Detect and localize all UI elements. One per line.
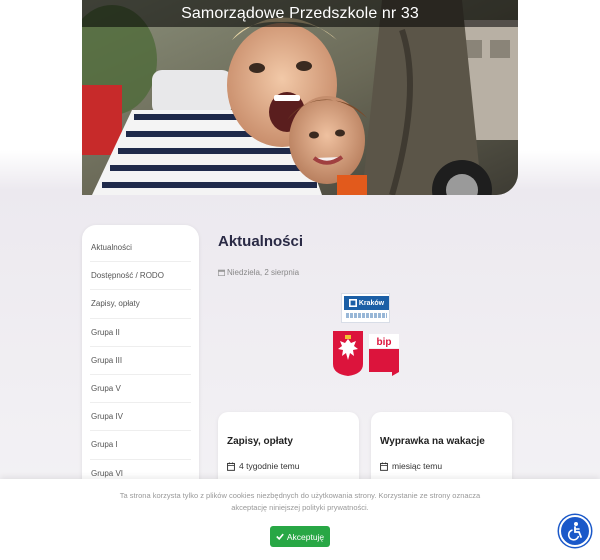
krakow-logo-text: Kraków: [358, 299, 385, 307]
sidebar-item-label: Grupa V: [91, 384, 121, 394]
sidebar-item-label: Grupa IV: [91, 412, 124, 422]
news-card-title[interactable]: Wyprawka na wakacje: [380, 436, 503, 447]
bip-logo-icon[interactable]: bip: [368, 332, 400, 376]
banner-photo: [82, 0, 518, 195]
cookie-consent-bar: Ta strona korzysta tylko z plików cookie…: [0, 479, 600, 560]
sidebar-item-label: Dostępność / RODO: [91, 271, 164, 281]
accessibility-icon: [567, 522, 582, 541]
sidebar-item-label: Grupa III: [91, 355, 123, 365]
sidebar-item-label: Grupa I: [91, 440, 118, 450]
krakow-logo[interactable]: Kraków: [341, 293, 390, 323]
krakow-crest-icon: [348, 299, 357, 307]
check-icon: [276, 533, 284, 540]
news-card-date: miesiąc temu: [392, 461, 443, 471]
sidebar-item-grupa-v[interactable]: Grupa V: [90, 375, 191, 404]
sidebar-item-grupa-ii[interactable]: Grupa II: [90, 319, 191, 347]
calendar-icon: [218, 269, 225, 276]
sidebar-item-label: Grupa II: [91, 327, 120, 337]
accept-cookies-label: Akceptuję: [286, 531, 325, 542]
sidebar-item-aktualnosci[interactable]: Aktualności: [90, 234, 191, 263]
sidebar-item-grupa-i[interactable]: Grupa I: [90, 431, 191, 460]
header-banner: Samorządowe Przedszkole nr 33: [82, 0, 518, 195]
page-title: Aktualności: [218, 233, 304, 250]
news-card-date: 4 tygodnie temu: [239, 461, 300, 471]
sidebar-item-label: Zapisy, opłaty: [91, 299, 140, 309]
krakow-logo-header: Kraków: [344, 296, 389, 310]
post-date-text: Niedziela, 2 sierpnia: [227, 268, 300, 277]
news-card-meta: 4 tygodnie temu: [227, 461, 350, 471]
site-title[interactable]: Samorządowe Przedszkole nr 33: [181, 5, 419, 23]
sidebar-item-label: Grupa VI: [91, 468, 124, 478]
sidebar-item-dostepnosc-rodo[interactable]: Dostępność / RODO: [90, 262, 191, 291]
accept-cookies-button[interactable]: Akceptuję: [270, 526, 330, 547]
accessibility-button[interactable]: [559, 515, 591, 547]
calendar-icon: [227, 462, 235, 471]
krakow-logo-subtitle: [346, 313, 387, 318]
news-card-title[interactable]: Zapisy, opłaty: [227, 436, 350, 447]
cookie-consent-text: Ta strona korzysta tylko z plików cookie…: [119, 491, 481, 512]
calendar-icon: [380, 462, 388, 471]
bip-logo-text: bip: [377, 337, 392, 348]
sidebar-item-zapisy-oplaty[interactable]: Zapisy, opłaty: [90, 290, 191, 319]
news-card-meta: miesiąc temu: [380, 461, 503, 471]
sidebar-item-label: Aktualności: [91, 243, 132, 253]
sidebar-nav: Aktualności Dostępność / RODO Zapisy, op…: [82, 225, 199, 495]
sidebar-item-grupa-iv[interactable]: Grupa IV: [90, 403, 191, 432]
sidebar-item-grupa-iii[interactable]: Grupa III: [90, 347, 191, 375]
poland-emblem-icon[interactable]: [332, 330, 364, 377]
site-title-bar: Samorządowe Przedszkole nr 33: [82, 0, 518, 27]
post-date: Niedziela, 2 sierpnia: [218, 268, 299, 277]
